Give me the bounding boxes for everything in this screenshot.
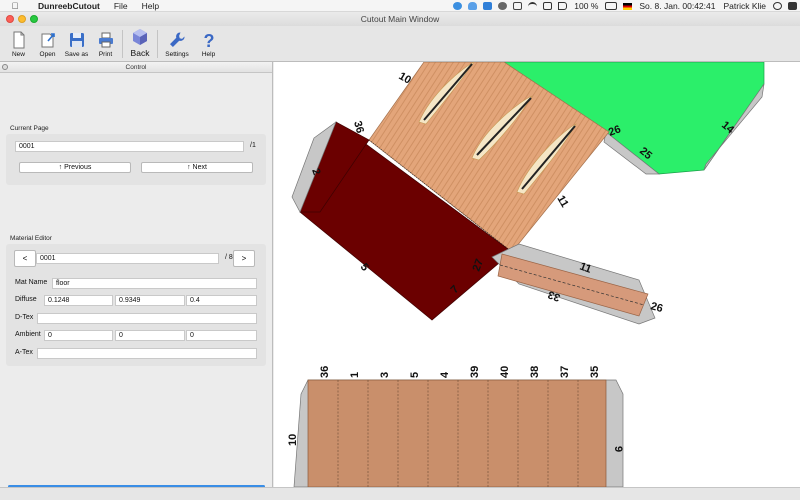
dropbox-icon[interactable] xyxy=(483,2,493,10)
status-area: 100 % So. 8. Jan. 00:42:41 Patrick Klie xyxy=(450,0,800,12)
airplay-icon[interactable] xyxy=(543,2,553,10)
edge-label: 1 xyxy=(349,372,361,378)
settings-button[interactable]: Settings xyxy=(160,27,194,61)
question-mark-icon: ? xyxy=(203,31,214,49)
bluetooth-icon[interactable] xyxy=(513,2,523,10)
window-title: Cutout Main Window xyxy=(360,14,440,24)
edge-label: 9 xyxy=(612,446,624,452)
material-editor-label: Material Editor xyxy=(10,235,52,242)
previous-page-button[interactable]: ↑ Previous xyxy=(19,162,131,173)
edge-label: 36 xyxy=(319,366,331,378)
window-controls xyxy=(6,15,38,23)
edge-label: 5 xyxy=(358,261,371,273)
new-button[interactable]: New xyxy=(4,27,33,61)
new-document-icon xyxy=(13,31,24,49)
material-editor-group: < 0001 / 8 > Mat Name floor Diffuse 0.12… xyxy=(6,244,266,366)
ambient-label: Ambient xyxy=(15,331,41,338)
edge-label: 3 xyxy=(379,372,391,378)
edge-label: 40 xyxy=(499,366,511,378)
edge-label: 35 xyxy=(589,366,601,378)
edge-label: 10 xyxy=(287,434,299,446)
ambient-b-input[interactable]: 0 xyxy=(186,330,257,341)
status-app-icon[interactable] xyxy=(453,2,463,10)
time-machine-icon[interactable] xyxy=(498,2,508,10)
zoom-window-button[interactable] xyxy=(30,15,38,23)
atex-input[interactable] xyxy=(37,348,257,359)
minimize-window-button[interactable] xyxy=(18,15,26,23)
menubar-user[interactable]: Patrick Klie xyxy=(723,1,766,11)
save-as-button[interactable]: Save as xyxy=(62,27,91,61)
window-bottom-bar xyxy=(0,487,800,500)
edge-label: 39 xyxy=(469,366,481,378)
diffuse-r-input[interactable]: 0.1248 xyxy=(44,295,113,306)
dtex-input[interactable] xyxy=(37,313,257,324)
menu-file[interactable]: File xyxy=(114,1,128,11)
page-total: /1 xyxy=(250,142,256,149)
dtex-label: D-Tex xyxy=(15,314,34,321)
notification-center-icon[interactable] xyxy=(788,2,797,10)
cutout-drawing[interactable]: 10 36 2 5 7 11 26 25 14 27 11 33 26 36 1… xyxy=(274,62,800,487)
edge-label: 5 xyxy=(409,372,421,378)
edge-label: 37 xyxy=(559,366,571,378)
mat-name-label: Mat Name xyxy=(15,279,48,286)
current-page-input[interactable]: 0001 xyxy=(15,141,244,152)
volume-icon[interactable] xyxy=(558,2,568,10)
battery-icon[interactable] xyxy=(605,2,618,10)
toolbar-separator xyxy=(157,30,158,58)
diffuse-label: Diffuse xyxy=(15,296,37,303)
back-button[interactable]: Back xyxy=(125,27,155,61)
save-icon xyxy=(69,33,84,47)
help-button[interactable]: ? Help xyxy=(194,27,223,61)
wood-floor-panel xyxy=(307,379,607,487)
app-menu[interactable]: DunreebCutout xyxy=(38,1,100,11)
material-index-input[interactable]: 0001 xyxy=(36,253,219,264)
material-total: / 8 xyxy=(225,254,233,261)
panel-pin-icon[interactable] xyxy=(2,64,8,70)
wrench-icon xyxy=(170,32,185,47)
printer-icon xyxy=(98,32,113,48)
open-file-icon xyxy=(41,33,55,48)
menubar:  DunreebCutout File Help 100 % So. 8. J… xyxy=(0,0,800,12)
control-panel-header: Control xyxy=(0,62,272,73)
open-button[interactable]: Open xyxy=(33,27,62,61)
menu-help[interactable]: Help xyxy=(142,1,159,11)
cloud-icon[interactable] xyxy=(468,2,478,10)
input-source-flag-icon[interactable] xyxy=(623,2,633,10)
ambient-r-input[interactable]: 0 xyxy=(44,330,113,341)
toolbar: New Open Save as Print Back Settings ? H… xyxy=(0,26,800,62)
next-page-button[interactable]: ↑ Next xyxy=(141,162,253,173)
current-page-label: Current Page xyxy=(10,125,49,132)
menubar-clock[interactable]: So. 8. Jan. 00:42:41 xyxy=(639,1,715,11)
window-titlebar: Cutout Main Window xyxy=(0,12,800,26)
control-panel: Control Current Page 0001 /1 ↑ Previous … xyxy=(0,62,273,488)
ambient-g-input[interactable]: 0 xyxy=(115,330,185,341)
mat-name-input[interactable]: floor xyxy=(52,278,257,289)
current-page-group: 0001 /1 ↑ Previous ↑ Next xyxy=(6,134,266,185)
toolbar-separator xyxy=(122,30,123,58)
svg-text:?: ? xyxy=(203,31,214,49)
edge-label: 38 xyxy=(529,366,541,378)
wifi-icon[interactable] xyxy=(528,2,538,10)
material-prev-button[interactable]: < xyxy=(14,250,36,267)
close-window-button[interactable] xyxy=(6,15,14,23)
diffuse-g-input[interactable]: 0.9349 xyxy=(115,295,185,306)
material-next-button[interactable]: > xyxy=(233,250,255,267)
apple-menu-icon[interactable]:  xyxy=(10,1,20,11)
diffuse-b-input[interactable]: 0.4 xyxy=(186,295,257,306)
edge-label: 4 xyxy=(439,371,451,378)
print-button[interactable]: Print xyxy=(91,27,120,61)
cube-back-icon xyxy=(133,29,147,45)
atex-label: A-Tex xyxy=(15,349,33,356)
battery-percent[interactable]: 100 % xyxy=(574,1,598,11)
cutout-canvas[interactable]: 10 36 2 5 7 11 26 25 14 27 11 33 26 36 1… xyxy=(274,62,800,487)
spotlight-icon[interactable] xyxy=(773,2,782,10)
